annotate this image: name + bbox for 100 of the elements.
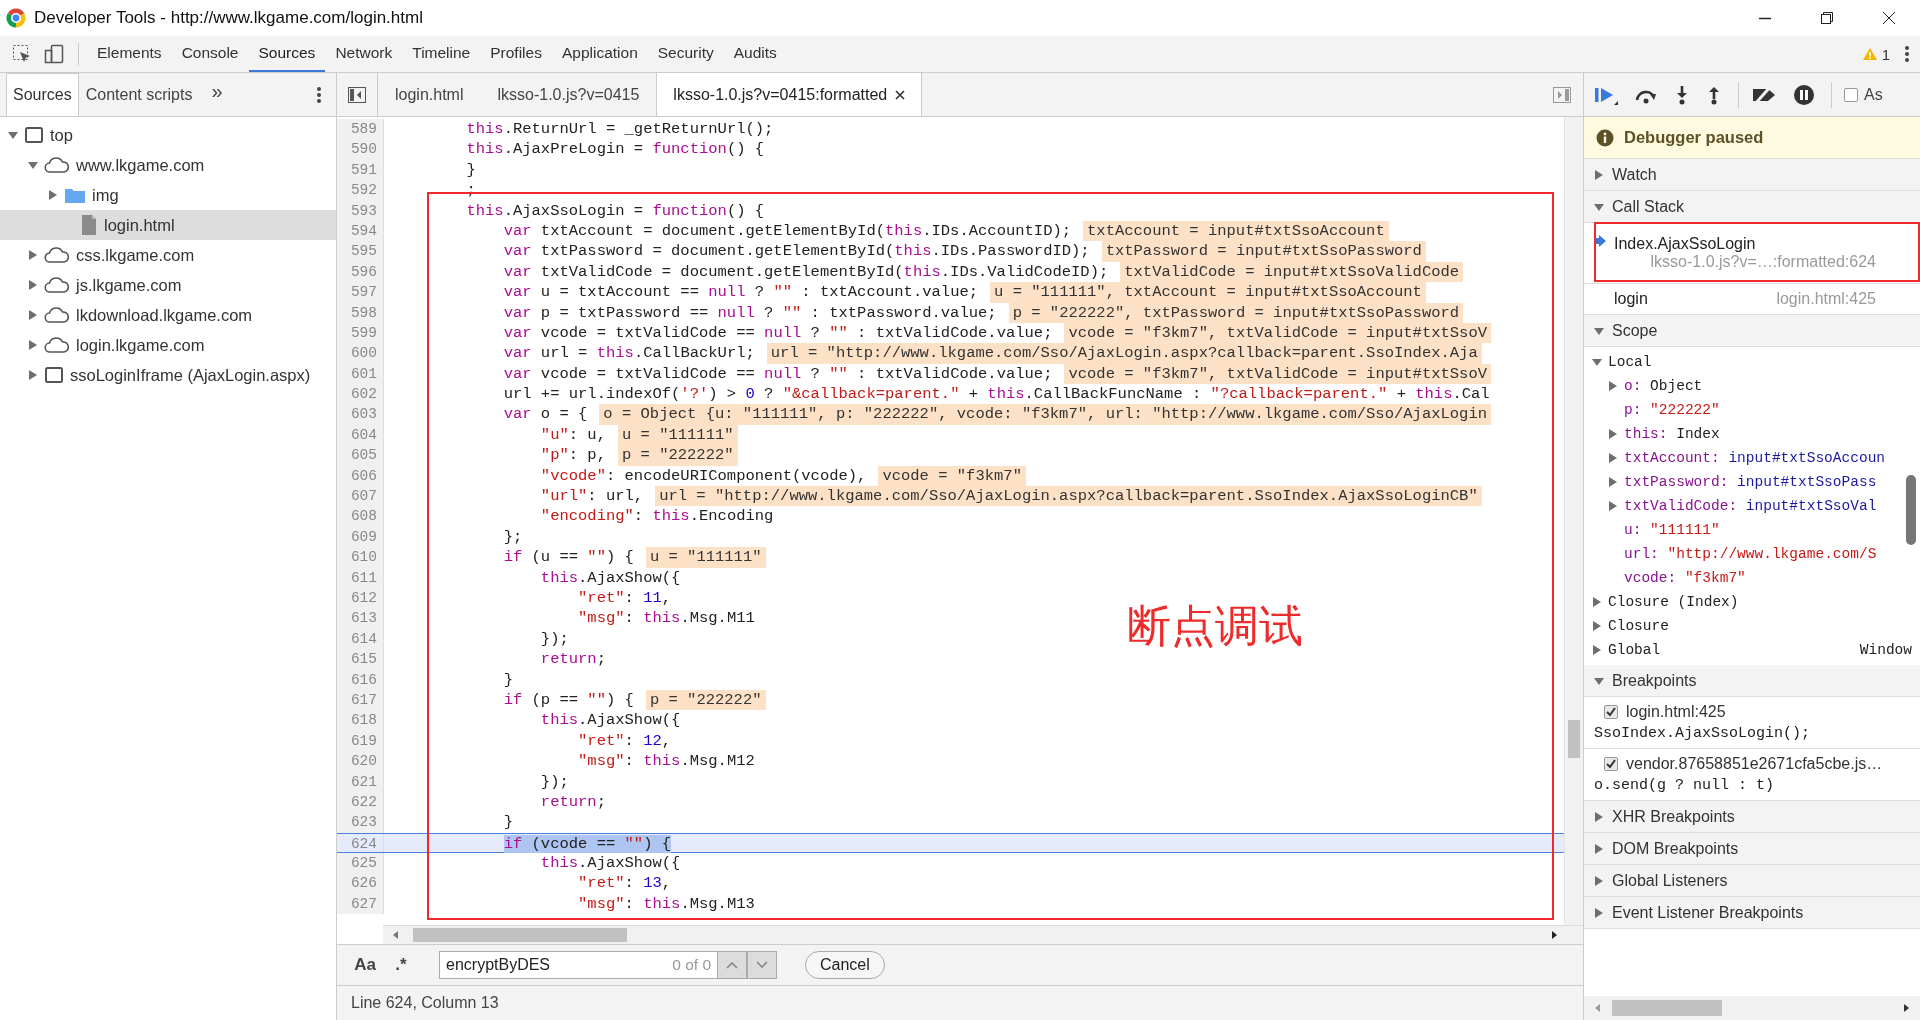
scope-group[interactable]: Closure — [1584, 614, 1920, 638]
triangle-right-icon[interactable] — [1608, 381, 1618, 391]
vertical-scrollbar[interactable] — [1564, 117, 1583, 925]
device-icon[interactable] — [44, 44, 64, 64]
tree-item-label[interactable]: login.lkgame.com — [76, 335, 205, 355]
section-header[interactable]: XHR Breakpoints — [1584, 801, 1920, 833]
triangle-right-icon[interactable] — [1592, 621, 1602, 631]
call-frame[interactable]: Index.AjaxSsoLogin lksso-1.0.js?v=…:formatted:624 — [1584, 223, 1920, 284]
triangle-right-icon[interactable] — [48, 190, 58, 200]
toggle-navigator-icon[interactable] — [348, 86, 366, 103]
tree-item-label[interactable]: js.lkgame.com — [76, 275, 182, 295]
triangle-right-icon[interactable] — [1594, 169, 1604, 180]
section-header[interactable]: Event Listener Breakpoints — [1584, 897, 1920, 929]
triangle-right-icon[interactable] — [1608, 501, 1618, 511]
toggle-debugger-icon[interactable] — [1553, 86, 1571, 103]
selected-tree-row[interactable]: login.html — [0, 210, 336, 240]
triangle-down-icon[interactable] — [8, 130, 18, 140]
warning-count[interactable]: 1 — [1881, 45, 1890, 63]
code-line: this.AjaxShow({ — [539, 853, 681, 874]
close-tab-icon[interactable] — [895, 89, 906, 100]
breakpoint-checkbox[interactable] — [1604, 705, 1618, 719]
triangle-down-icon[interactable] — [28, 160, 38, 170]
more-tabs-button[interactable]: » — [199, 73, 233, 116]
tree-item-label[interactable]: css.lkgame.com — [76, 245, 195, 265]
inspect-icon[interactable] — [12, 44, 32, 64]
triangle-right-icon[interactable] — [28, 280, 38, 290]
panel-tab[interactable]: Elements — [87, 36, 172, 72]
triangle-right-icon[interactable] — [28, 310, 38, 320]
scrollbar-thumb[interactable] — [413, 928, 627, 942]
triangle-right-icon[interactable] — [1608, 477, 1618, 487]
triangle-right-icon[interactable] — [1592, 645, 1602, 655]
scrollbar-thumb[interactable] — [1612, 1000, 1722, 1016]
triangle-down-icon[interactable] — [1594, 675, 1604, 686]
triangle-right-icon[interactable] — [28, 370, 38, 380]
triangle-down-icon[interactable] — [1594, 325, 1604, 336]
panel-tab[interactable]: Security — [647, 36, 724, 72]
panel-tab[interactable]: Profiles — [480, 36, 552, 72]
scope-variable[interactable]: vcode: "f3km7" — [1624, 570, 1746, 586]
editor-tab[interactable]: login.html — [378, 73, 481, 116]
cancel-button[interactable]: Cancel — [805, 951, 885, 979]
navigator-tab[interactable]: Sources — [6, 73, 79, 116]
panel-tab[interactable]: Console — [171, 36, 249, 72]
breakpoint-code: o.send(g ? null : t) — [1594, 777, 1776, 794]
triangle-right-icon[interactable] — [1608, 429, 1618, 439]
panel-tab[interactable]: Audits — [723, 36, 787, 72]
horizontal-scrollbar[interactable] — [383, 925, 1583, 944]
triangle-down-icon[interactable] — [1592, 357, 1602, 367]
pause-on-exceptions-icon[interactable] — [1793, 83, 1815, 106]
triangle-right-icon[interactable] — [1594, 907, 1604, 918]
scope-variable[interactable]: txtValidCode: input#txtSsoVal — [1624, 498, 1877, 514]
scope-group[interactable]: Closure (Index) — [1584, 590, 1920, 614]
triangle-right-icon[interactable] — [28, 340, 38, 350]
triangle-right-icon[interactable] — [1594, 843, 1604, 854]
match-case-toggle[interactable]: Aa — [347, 955, 383, 975]
regex-toggle[interactable]: .* — [383, 955, 419, 975]
section-header[interactable]: Call Stack — [1584, 191, 1920, 223]
section-header[interactable]: Watch — [1584, 159, 1920, 191]
scope-variable[interactable]: u: "111111" — [1624, 522, 1720, 538]
inline-value: u = "111111" — [645, 547, 766, 568]
tree-item-label[interactable]: lkdownload.lkgame.com — [76, 305, 253, 325]
triangle-right-icon[interactable] — [28, 250, 38, 260]
more-options-icon[interactable] — [316, 85, 322, 104]
scope-variable[interactable]: p: "222222" — [1624, 402, 1720, 418]
scrollbar-thumb[interactable] — [1568, 720, 1580, 758]
tree-item-label[interactable]: img — [92, 185, 119, 205]
editor-tab[interactable]: lksso-1.0.js?v=0415:formatted — [656, 73, 923, 116]
section-header[interactable]: Scope — [1584, 315, 1920, 347]
scope-group[interactable]: Global Window — [1584, 638, 1920, 662]
editor-tab[interactable]: lksso-1.0.js?v=0415 — [480, 73, 657, 116]
panel-tab[interactable]: Timeline — [402, 36, 481, 72]
scope-variable[interactable]: o: Object — [1624, 378, 1703, 394]
restore-icon[interactable] — [1820, 11, 1834, 25]
scope-variable[interactable]: txtPassword: input#txtSsoPass — [1624, 474, 1877, 490]
panel-tab[interactable]: Network — [325, 36, 403, 72]
more-options-icon[interactable] — [1904, 45, 1910, 63]
section-header[interactable]: DOM Breakpoints — [1584, 833, 1920, 865]
search-field[interactable]: encryptByDES — [439, 951, 647, 979]
triangle-right-icon[interactable] — [1594, 811, 1604, 822]
tree-item-label[interactable]: ssoLoginIframe (AjaxLogin.aspx) — [70, 365, 311, 385]
triangle-down-icon[interactable] — [1594, 201, 1604, 212]
code-line: } — [465, 159, 476, 181]
tree-item-label[interactable]: login.html — [104, 215, 175, 235]
scrollbar-thumb[interactable] — [1906, 475, 1916, 545]
scope-variable[interactable]: txtAccount: input#txtSsoAccoun — [1624, 450, 1886, 466]
tree-item-label[interactable]: top — [50, 125, 73, 145]
section-header[interactable]: Breakpoints — [1584, 665, 1920, 697]
tree-item-label[interactable]: www.lkgame.com — [76, 155, 205, 175]
close-icon[interactable] — [1882, 11, 1896, 25]
breakpoint-checkbox[interactable] — [1604, 757, 1618, 771]
scope-variable[interactable]: url: "http://www.lkgame.com/S — [1624, 546, 1877, 562]
navigator-tab[interactable]: Content scripts — [78, 73, 200, 116]
scope-group[interactable]: Local — [1584, 350, 1920, 374]
triangle-right-icon[interactable] — [1592, 597, 1602, 607]
async-checkbox[interactable] — [1844, 87, 1858, 102]
horizontal-scrollbar[interactable] — [1584, 996, 1920, 1020]
triangle-right-icon[interactable] — [1608, 453, 1618, 463]
section-header[interactable]: Global Listeners — [1584, 865, 1920, 897]
triangle-right-icon[interactable] — [1594, 875, 1604, 886]
panel-tab[interactable]: Application — [551, 36, 648, 72]
scope-variable[interactable]: this: Index — [1624, 426, 1720, 442]
